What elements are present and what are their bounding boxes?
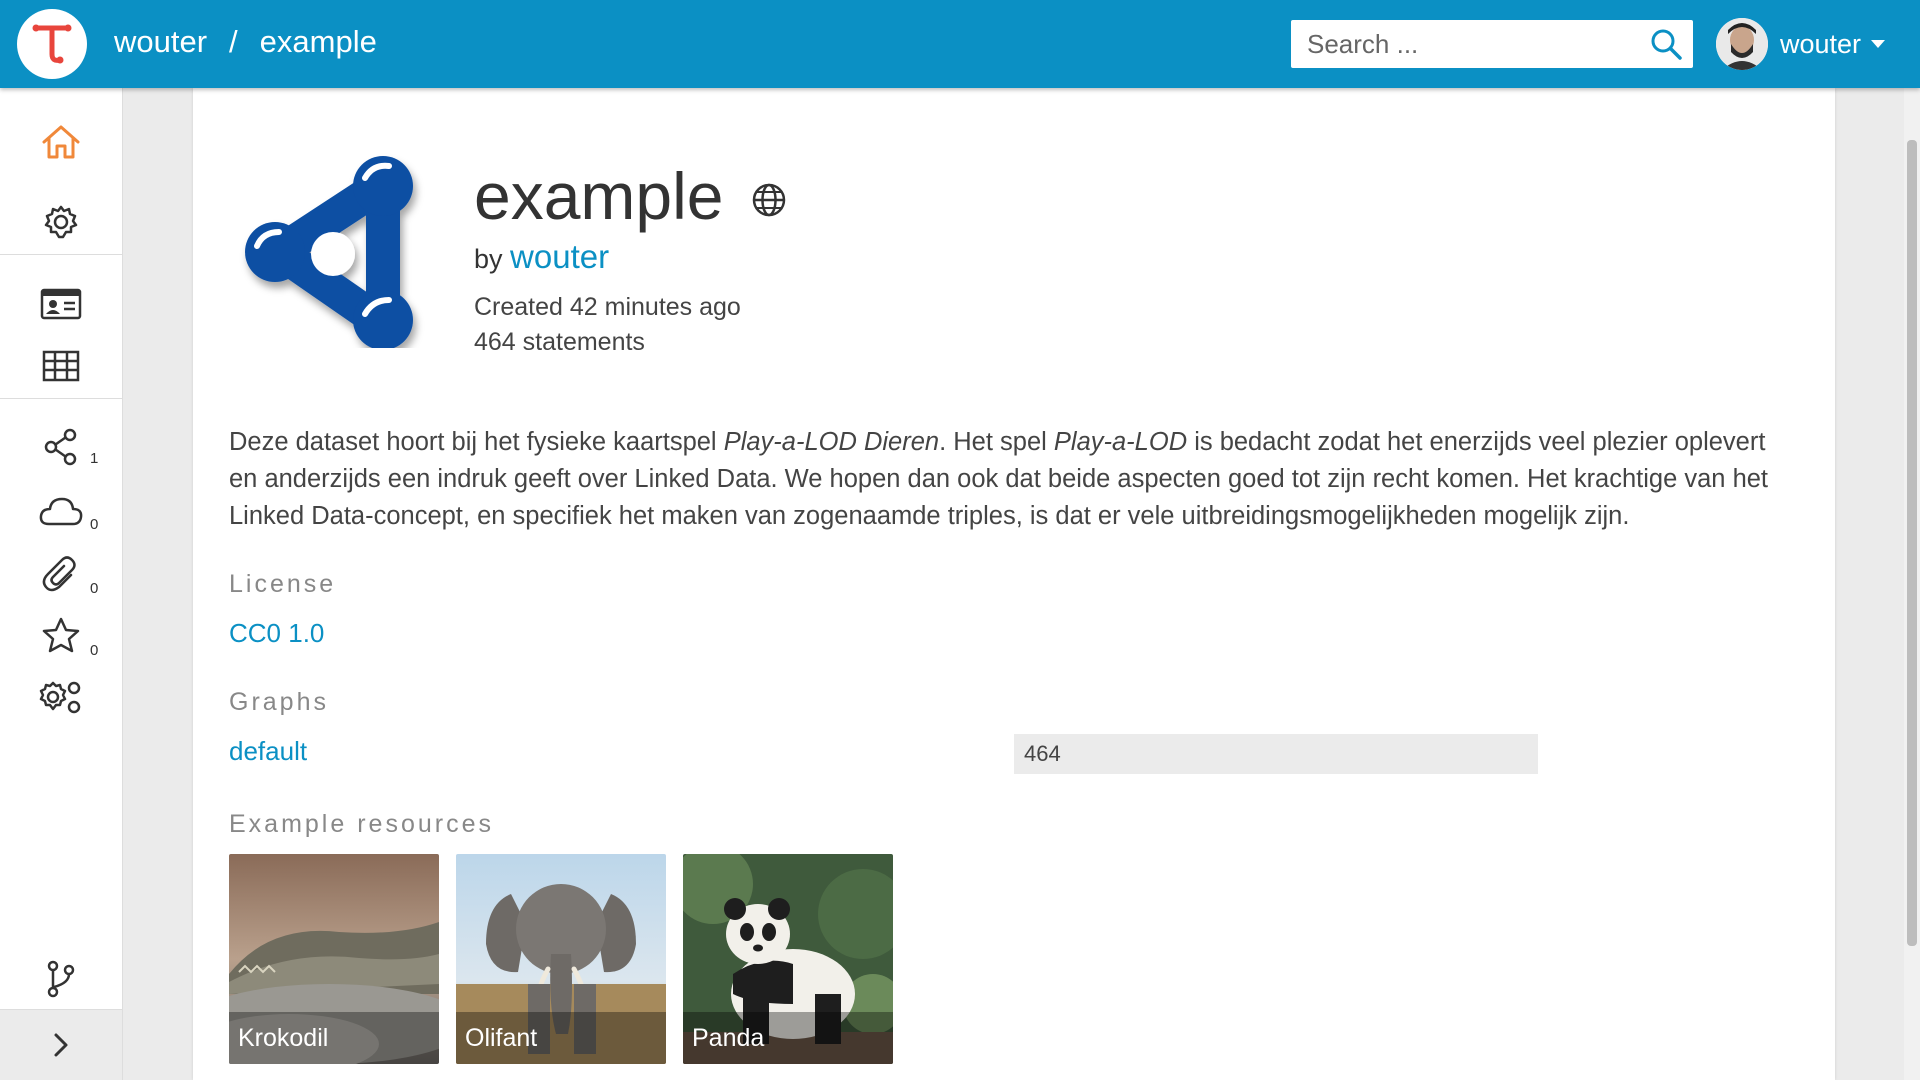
sidebar-count: 1 (90, 450, 99, 467)
sidebar-item-services[interactable]: 1 (0, 422, 122, 472)
user-menu[interactable]: wouter (1716, 14, 1886, 74)
search-icon[interactable] (1649, 27, 1683, 66)
description-text: Deze dataset hoort bij het fysieke kaart… (229, 428, 724, 456)
sidebar-toggle[interactable] (0, 1009, 122, 1080)
cloud-icon (39, 497, 83, 526)
description-emphasis: Play-a-LOD Dieren (723, 428, 940, 456)
search-box (1291, 20, 1693, 68)
page-title: example (474, 158, 787, 234)
sidebar: 1 0 0 0 (0, 88, 123, 1080)
example-label: Panda (683, 1012, 893, 1064)
gear-icon (44, 205, 78, 239)
example-resources-heading: Example resources (229, 810, 494, 838)
gears-icon (39, 681, 81, 714)
home-icon (42, 125, 80, 159)
example-resources: Krokodil Olifant Panda (229, 854, 893, 1064)
created-time: Created 42 minutes ago (474, 293, 741, 321)
dataset-title: example (474, 159, 724, 233)
license-link[interactable]: CC0 1.0 (229, 618, 324, 649)
user-name: wouter (1780, 28, 1862, 59)
triply-logo-icon (32, 24, 72, 64)
rdf-logo-icon (245, 156, 413, 350)
top-bar: wouter / example wouter (0, 0, 1920, 88)
sidebar-divider (0, 254, 122, 255)
dataset-meta: Created 42 minutes ago 464 statements (474, 290, 787, 360)
description-emphasis: Play-a-LOD (1053, 428, 1188, 456)
dataset-card: example by wouter Created 42 minutes ago… (193, 88, 1835, 1080)
sidebar-count: 0 (90, 580, 99, 597)
avatar (1716, 18, 1768, 70)
graph-count: 464 (1024, 741, 1061, 766)
chevron-right-icon (54, 1033, 68, 1057)
dataset-header: example by wouter Created 42 minutes ago… (474, 158, 787, 360)
share-icon (44, 428, 77, 466)
sidebar-item-admin[interactable] (0, 672, 122, 722)
breadcrumb-dataset[interactable]: example (260, 24, 377, 60)
graph-link-default[interactable]: default (229, 736, 307, 767)
graphs-heading: Graphs (229, 688, 329, 716)
table-icon (42, 350, 80, 382)
sidebar-item-cloud[interactable]: 0 (0, 486, 122, 536)
sidebar-divider (0, 398, 122, 399)
app-logo[interactable] (17, 9, 87, 79)
example-label: Krokodil (229, 1012, 439, 1064)
id-card-icon (40, 288, 82, 320)
user-avatar-icon (1716, 18, 1768, 70)
sidebar-item-stars[interactable]: 0 (0, 610, 122, 660)
sidebar-item-home[interactable] (0, 120, 122, 164)
paperclip-icon (42, 556, 76, 592)
breadcrumb-separator: / (229, 24, 238, 59)
by-label: by (474, 244, 503, 274)
statement-count: 464 statements (474, 328, 645, 356)
description-text: . Het spel (939, 428, 1054, 456)
sidebar-item-assets[interactable]: 0 (0, 548, 122, 598)
star-icon (42, 617, 80, 653)
sidebar-item-table[interactable] (0, 344, 122, 388)
example-resource-olifant[interactable]: Olifant (456, 854, 666, 1064)
sidebar-count: 0 (90, 642, 99, 659)
sidebar-item-overview[interactable] (0, 282, 122, 326)
breadcrumb: wouter / example (114, 24, 377, 60)
example-resource-krokodil[interactable]: Krokodil (229, 854, 439, 1064)
sidebar-item-settings[interactable] (0, 200, 122, 244)
dataset-logo (233, 148, 433, 353)
branch-icon (47, 960, 75, 998)
breadcrumb-owner[interactable]: wouter (114, 24, 207, 60)
example-label: Olifant (456, 1012, 666, 1064)
caret-down-icon (1871, 40, 1886, 48)
graph-statement-bar: 464 (1014, 734, 1538, 774)
license-heading: License (229, 570, 337, 598)
scrollbar-thumb[interactable] (1907, 140, 1917, 946)
example-resource-panda[interactable]: Panda (683, 854, 893, 1064)
globe-icon (753, 183, 786, 217)
sidebar-item-versions[interactable] (0, 954, 122, 1004)
search-input[interactable] (1305, 21, 1649, 67)
owner-link[interactable]: wouter (510, 238, 609, 275)
sidebar-count: 0 (90, 516, 99, 533)
dataset-owner-line: by wouter (474, 238, 787, 276)
dataset-description: Deze dataset hoort bij het fysieke kaart… (229, 424, 1789, 535)
